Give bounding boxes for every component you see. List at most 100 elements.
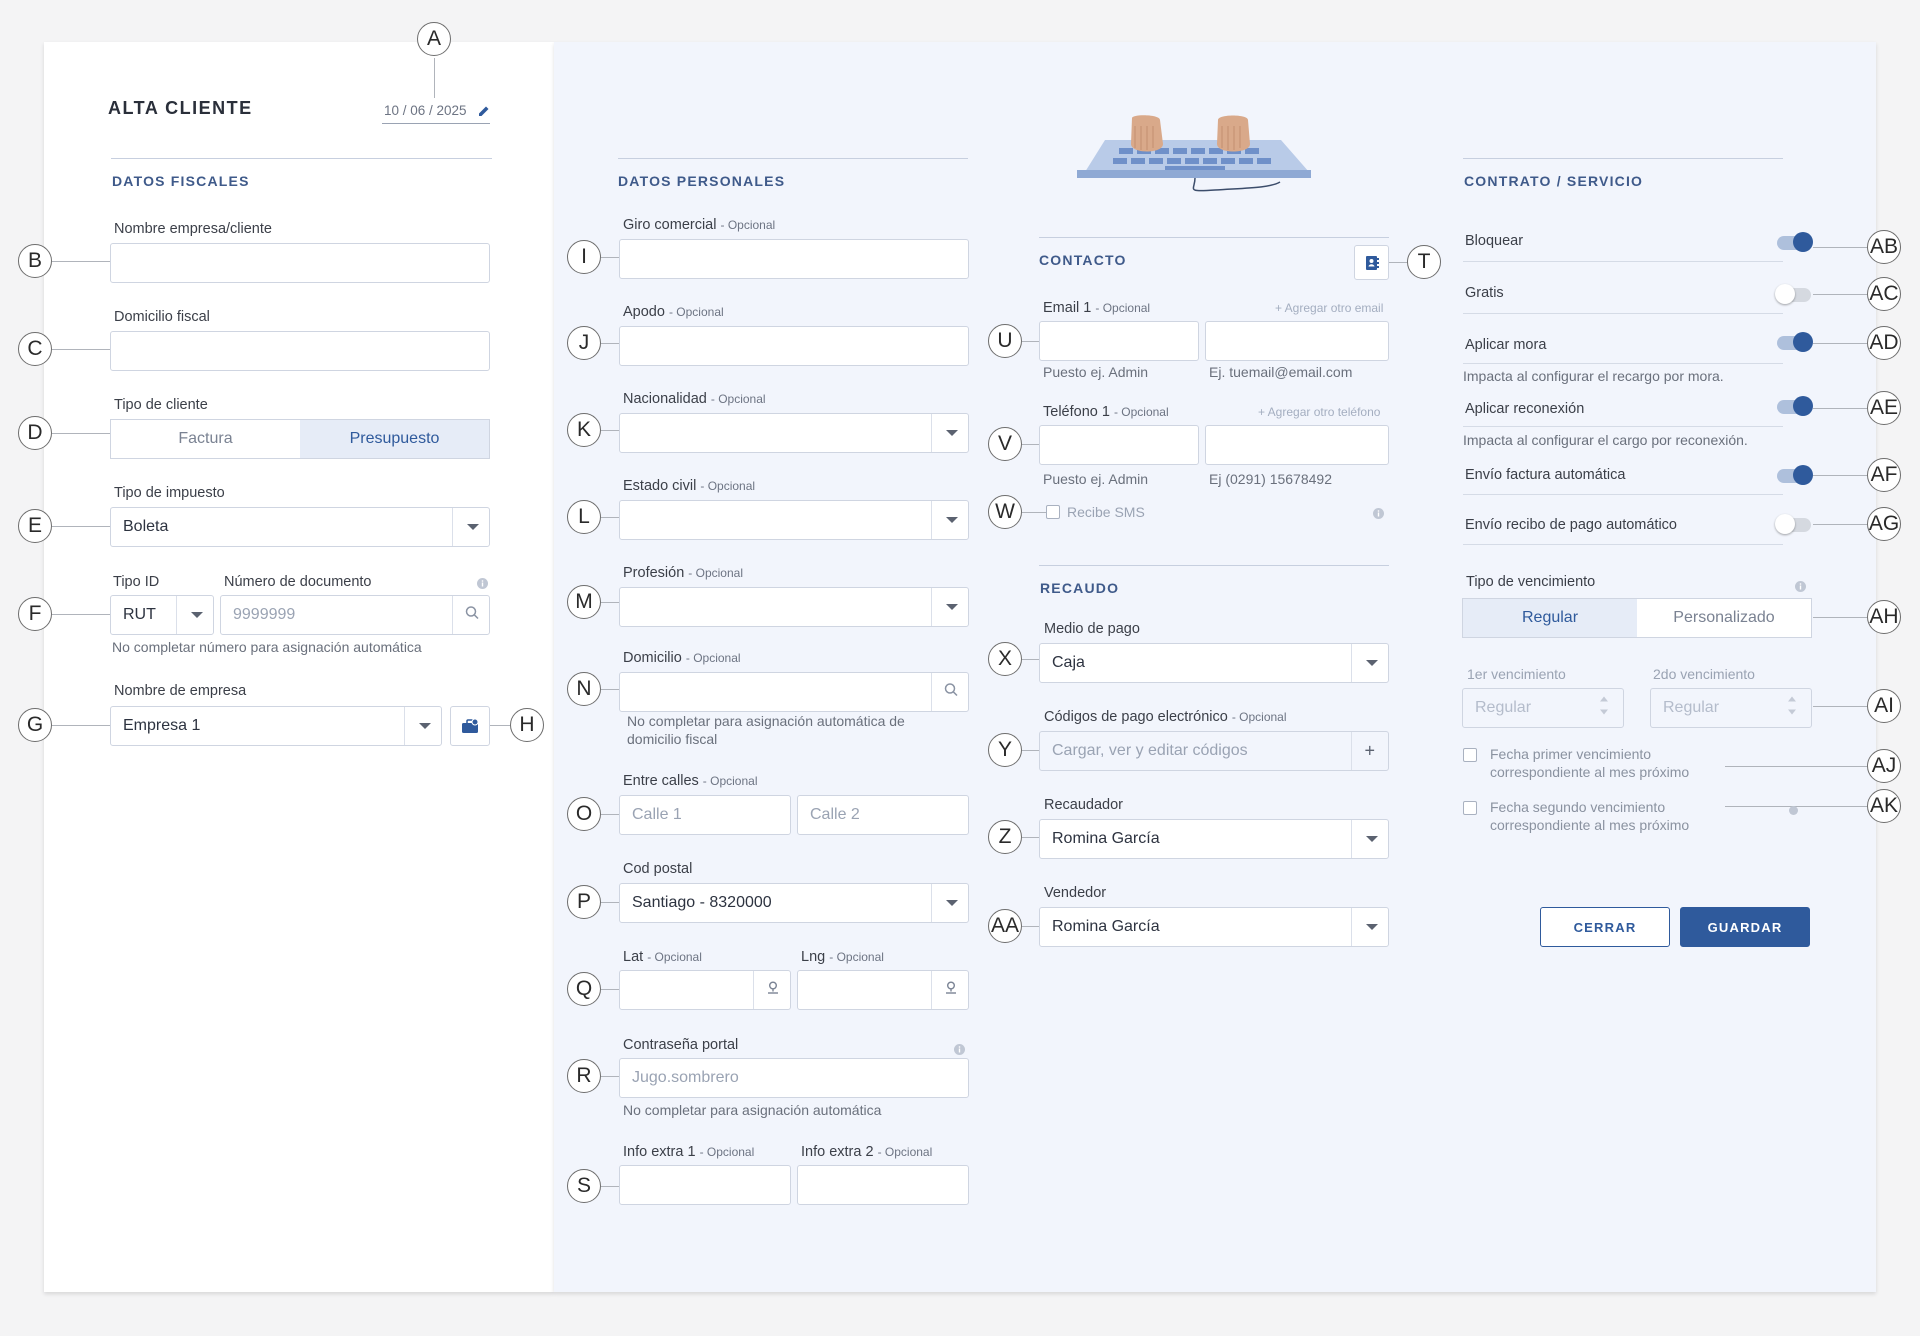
- toggle-reconexion[interactable]: [1777, 396, 1813, 416]
- lng-input[interactable]: [797, 970, 969, 1010]
- date-underline: [382, 123, 490, 124]
- annotation-marker: AA: [988, 909, 1022, 943]
- due-type-segmented: Regular Personalizado: [1462, 598, 1812, 638]
- company-name-input[interactable]: [110, 243, 490, 283]
- search-icon[interactable]: [465, 606, 479, 625]
- chevron-down-icon: [1366, 924, 1378, 930]
- password-label: Contraseña portal: [623, 1037, 739, 1053]
- date-display[interactable]: 10 / 06 / 2025: [384, 103, 467, 118]
- collector-select[interactable]: Romina García: [1039, 819, 1389, 859]
- info-icon: [477, 576, 488, 594]
- cod-postal-select[interactable]: Santiago - 8320000: [619, 883, 969, 923]
- chevron-down-icon: [946, 517, 958, 523]
- mora-hint: Impacta al configurar el recargo por mor…: [1463, 368, 1724, 384]
- annotation-marker: AK: [1867, 789, 1901, 823]
- contacts-button[interactable]: [1354, 245, 1389, 280]
- first-due-stepper[interactable]: Regular: [1462, 688, 1624, 728]
- annotation-marker: R: [567, 1059, 601, 1093]
- first-due-checkbox[interactable]: [1463, 748, 1477, 762]
- annotation-marker: N: [567, 672, 601, 706]
- codes-input[interactable]: Cargar, ver y editar códigos +: [1039, 731, 1389, 771]
- first-due-check-label: Fecha primer vencimiento correspondiente…: [1490, 746, 1690, 780]
- pencil-icon[interactable]: [478, 104, 490, 122]
- password-input[interactable]: Jugo.sombrero: [619, 1058, 969, 1098]
- annotation-marker: I: [567, 240, 601, 274]
- stepper-arrows-icon[interactable]: [1787, 695, 1797, 722]
- domicilio-input[interactable]: [619, 672, 969, 712]
- plus-icon[interactable]: +: [1364, 741, 1375, 762]
- payment-method-select[interactable]: Caja: [1039, 643, 1389, 683]
- annotation-marker: AF: [1867, 458, 1901, 492]
- annotation-marker: AH: [1867, 600, 1901, 634]
- close-button[interactable]: CERRAR: [1540, 907, 1670, 947]
- doc-number-input[interactable]: 9999999: [220, 595, 490, 635]
- annotation-marker: AG: [1867, 507, 1901, 541]
- calle2-input[interactable]: Calle 2: [797, 795, 969, 835]
- phone-example: Ej (0291) 15678492: [1209, 471, 1332, 487]
- calle1-input[interactable]: Calle 1: [619, 795, 791, 835]
- add-phone-link[interactable]: + Agregar otro teléfono: [1258, 405, 1380, 419]
- email-role-input[interactable]: [1039, 321, 1199, 361]
- email-input[interactable]: [1205, 321, 1389, 361]
- toggle-gratis[interactable]: [1775, 284, 1811, 304]
- lat-input[interactable]: [619, 970, 791, 1010]
- toggle-bloquear[interactable]: [1777, 232, 1813, 252]
- annotation-marker: AB: [1867, 230, 1901, 264]
- annotation-marker: A: [417, 22, 451, 56]
- client-type-factura[interactable]: Factura: [111, 420, 300, 458]
- divider: [1039, 565, 1389, 566]
- estado-civil-select[interactable]: [619, 500, 969, 540]
- doc-number-label: Número de documento: [224, 574, 372, 590]
- first-due-label: 1er vencimiento: [1467, 666, 1566, 682]
- toggle-label-mora: Aplicar mora: [1465, 337, 1547, 353]
- annotation-marker: E: [18, 509, 52, 543]
- toggle-recibo[interactable]: [1775, 514, 1811, 534]
- company-action-button[interactable]: [450, 706, 490, 746]
- collector-label: Recaudador: [1044, 797, 1123, 813]
- chevron-down-icon: [1366, 836, 1378, 842]
- profesion-select[interactable]: [619, 587, 969, 627]
- search-icon[interactable]: [944, 683, 958, 702]
- add-email-link[interactable]: + Agregar otro email: [1275, 301, 1383, 315]
- phone-label: Teléfono 1 - Opcional: [1043, 404, 1169, 420]
- second-due-stepper[interactable]: Regular: [1650, 688, 1812, 728]
- toggle-factura[interactable]: [1777, 465, 1813, 485]
- domicilio-hint: No completar para asignación automática …: [627, 713, 905, 747]
- annotation-marker: Y: [988, 733, 1022, 767]
- due-type-regular[interactable]: Regular: [1463, 599, 1637, 637]
- apodo-input[interactable]: [619, 326, 969, 366]
- section-title-fiscal: DATOS FISCALES: [112, 173, 250, 189]
- client-type-presupuesto[interactable]: Presupuesto: [300, 420, 489, 458]
- info-icon: [1795, 579, 1806, 597]
- phone-role-input[interactable]: [1039, 425, 1199, 465]
- tax-type-select[interactable]: Boleta: [110, 507, 490, 547]
- extra1-input[interactable]: [619, 1165, 791, 1205]
- briefcase-icon: [462, 718, 479, 733]
- map-pin-icon[interactable]: [944, 981, 958, 1000]
- extra2-input[interactable]: [797, 1165, 969, 1205]
- map-pin-icon[interactable]: [766, 981, 780, 1000]
- stepper-arrows-icon[interactable]: [1599, 695, 1609, 722]
- phone-input[interactable]: [1205, 425, 1389, 465]
- nacionalidad-select[interactable]: [619, 413, 969, 453]
- chevron-down-icon: [946, 430, 958, 436]
- annotation-marker: M: [567, 585, 601, 619]
- annotation-marker: AD: [1867, 326, 1901, 360]
- annotation-marker: W: [988, 495, 1022, 529]
- second-due-checkbox[interactable]: [1463, 801, 1477, 815]
- company-select[interactable]: Empresa 1: [110, 706, 442, 746]
- toggle-mora[interactable]: [1777, 332, 1813, 352]
- chevron-down-icon: [419, 723, 431, 729]
- section-title-personal: DATOS PERSONALES: [618, 173, 786, 189]
- giro-label: Giro comercial - Opcional: [623, 217, 776, 233]
- annotation-marker: K: [567, 413, 601, 447]
- giro-input[interactable]: [619, 239, 969, 279]
- seller-select[interactable]: Romina García: [1039, 907, 1389, 947]
- due-type-personalizado[interactable]: Personalizado: [1637, 599, 1811, 637]
- tax-type-label: Tipo de impuesto: [114, 485, 225, 501]
- sms-checkbox[interactable]: [1046, 505, 1060, 519]
- company-value: Empresa 1: [123, 717, 201, 734]
- id-type-select[interactable]: RUT: [110, 595, 214, 635]
- fiscal-address-input[interactable]: [110, 331, 490, 371]
- save-button[interactable]: GUARDAR: [1680, 907, 1810, 947]
